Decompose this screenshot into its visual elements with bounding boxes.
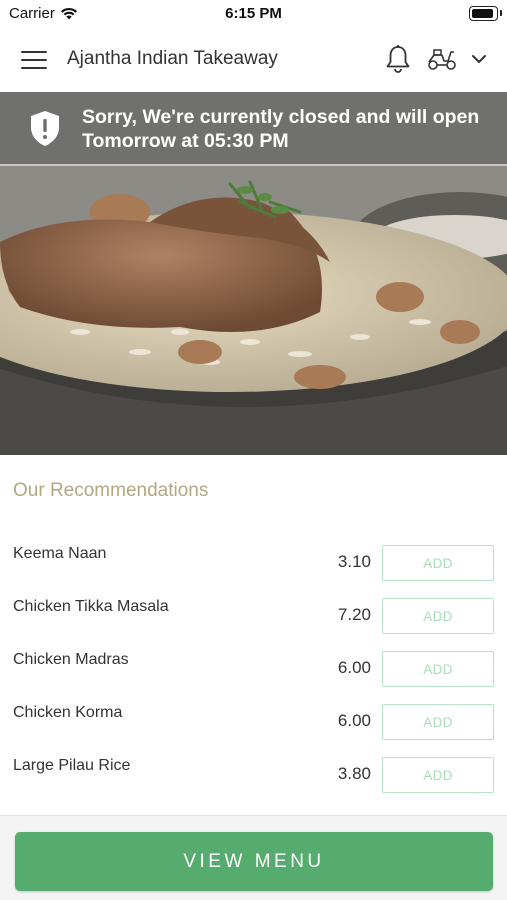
item-name: Chicken Tikka Masala bbox=[13, 598, 169, 615]
item-price: 3.10 bbox=[337, 552, 371, 571]
item-name: Keema Naan bbox=[13, 545, 107, 562]
closed-banner: Sorry, We're currently closed and will o… bbox=[0, 92, 507, 166]
item-price: 6.00 bbox=[337, 711, 371, 730]
add-button[interactable]: ADD bbox=[382, 598, 494, 634]
list-item: Keema Naan 3.10 ADD bbox=[0, 545, 507, 598]
add-button[interactable]: ADD bbox=[382, 545, 494, 581]
page-title: Ajantha Indian Takeaway bbox=[67, 48, 278, 69]
scooter-icon[interactable] bbox=[426, 46, 458, 72]
chevron-down-icon[interactable] bbox=[469, 50, 489, 68]
bottom-bar: VIEW MENU bbox=[0, 815, 507, 900]
view-menu-button[interactable]: VIEW MENU bbox=[15, 832, 493, 891]
hero-image: Sorry, We're currently closed and will o… bbox=[0, 92, 507, 455]
battery-cap bbox=[500, 10, 502, 16]
add-button[interactable]: ADD bbox=[382, 757, 494, 793]
list-item: Chicken Tikka Masala 7.20 ADD bbox=[0, 598, 507, 651]
list-item: Chicken Korma 6.00 ADD bbox=[0, 704, 507, 757]
add-button[interactable]: ADD bbox=[382, 704, 494, 740]
item-price: 6.00 bbox=[337, 658, 371, 677]
battery-icon bbox=[469, 6, 498, 21]
item-price: 7.20 bbox=[337, 605, 371, 624]
item-name: Chicken Korma bbox=[13, 704, 123, 721]
menu-icon[interactable] bbox=[21, 48, 47, 72]
battery-level bbox=[472, 9, 493, 18]
shield-alert-icon bbox=[31, 111, 59, 146]
section-title: Our Recommendations bbox=[13, 480, 209, 501]
recommendations-section: Our Recommendations Keema Naan 3.10 ADD … bbox=[0, 455, 507, 815]
list-item: Chicken Madras 6.00 ADD bbox=[0, 651, 507, 704]
closed-message: Sorry, We're currently closed and will o… bbox=[82, 106, 480, 152]
item-price: 3.80 bbox=[337, 764, 371, 783]
status-time: 6:15 PM bbox=[225, 5, 282, 22]
list-item: Large Pilau Rice 3.80 ADD bbox=[0, 757, 507, 810]
item-name: Chicken Madras bbox=[13, 651, 129, 668]
bell-icon[interactable] bbox=[384, 44, 412, 74]
status-bar: Carrier 6:15 PM bbox=[0, 0, 507, 28]
app-header: Ajantha Indian Takeaway bbox=[0, 28, 507, 92]
item-name: Large Pilau Rice bbox=[13, 757, 131, 774]
add-button[interactable]: ADD bbox=[382, 651, 494, 687]
